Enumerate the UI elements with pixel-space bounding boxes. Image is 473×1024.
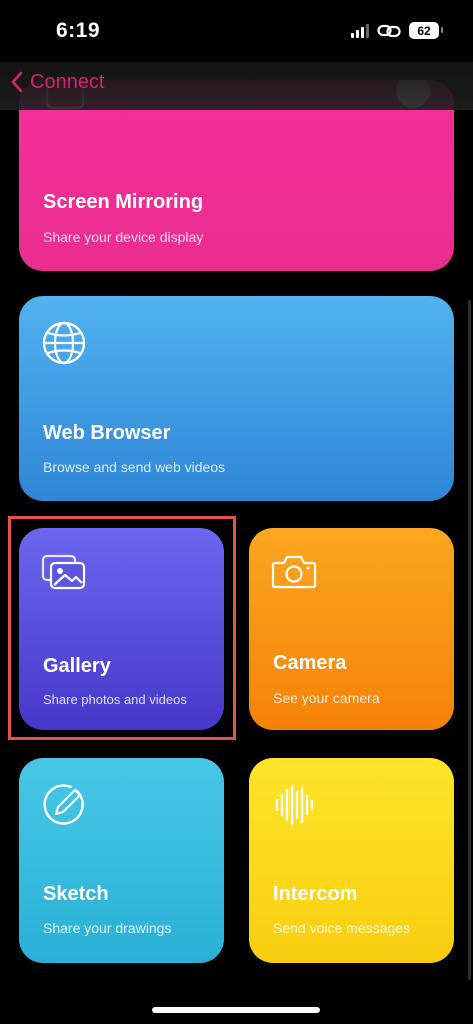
signal-icon: [351, 23, 369, 38]
card-subtitle: Share photos and videos: [43, 692, 187, 707]
card-intercom[interactable]: Intercom Send voice messages: [249, 758, 454, 963]
home-indicator[interactable]: [152, 1007, 320, 1013]
card-subtitle: See your camera: [273, 690, 380, 706]
nav-header: Connect: [0, 62, 473, 110]
chevron-left-icon: [11, 71, 23, 93]
status-bar: 6:19 62: [0, 0, 473, 62]
back-button[interactable]: Connect: [10, 70, 105, 94]
status-time: 6:19: [56, 19, 101, 42]
link-icon: [377, 24, 401, 37]
card-title: Web Browser: [43, 422, 171, 444]
card-subtitle: Browse and send web videos: [43, 459, 226, 475]
card-title: Intercom: [273, 883, 358, 905]
back-label: Connect: [30, 70, 105, 93]
pencil-icon: [43, 784, 84, 825]
card-subtitle: Share your device display: [43, 229, 204, 245]
status-icons: 62: [351, 22, 443, 39]
card-gallery[interactable]: Gallery Share photos and videos: [19, 528, 224, 730]
camera-icon: [271, 555, 317, 589]
photos-icon: [41, 554, 86, 590]
card-camera[interactable]: Camera See your camera: [249, 528, 454, 730]
waveform-icon: [275, 784, 314, 826]
card-web-browser[interactable]: Web Browser Browse and send web videos: [19, 296, 454, 501]
card-subtitle: Share your drawings: [43, 920, 172, 936]
globe-icon: [42, 321, 86, 365]
battery-icon: 62: [409, 22, 443, 39]
card-sketch[interactable]: Sketch Share your drawings: [19, 758, 224, 963]
card-title: Sketch: [43, 883, 109, 905]
card-title: Camera: [273, 652, 347, 674]
card-title: Screen Mirroring: [43, 191, 204, 213]
scrollbar[interactable]: [468, 300, 471, 980]
card-subtitle: Send voice messages: [273, 920, 410, 936]
card-title: Gallery: [43, 655, 111, 677]
